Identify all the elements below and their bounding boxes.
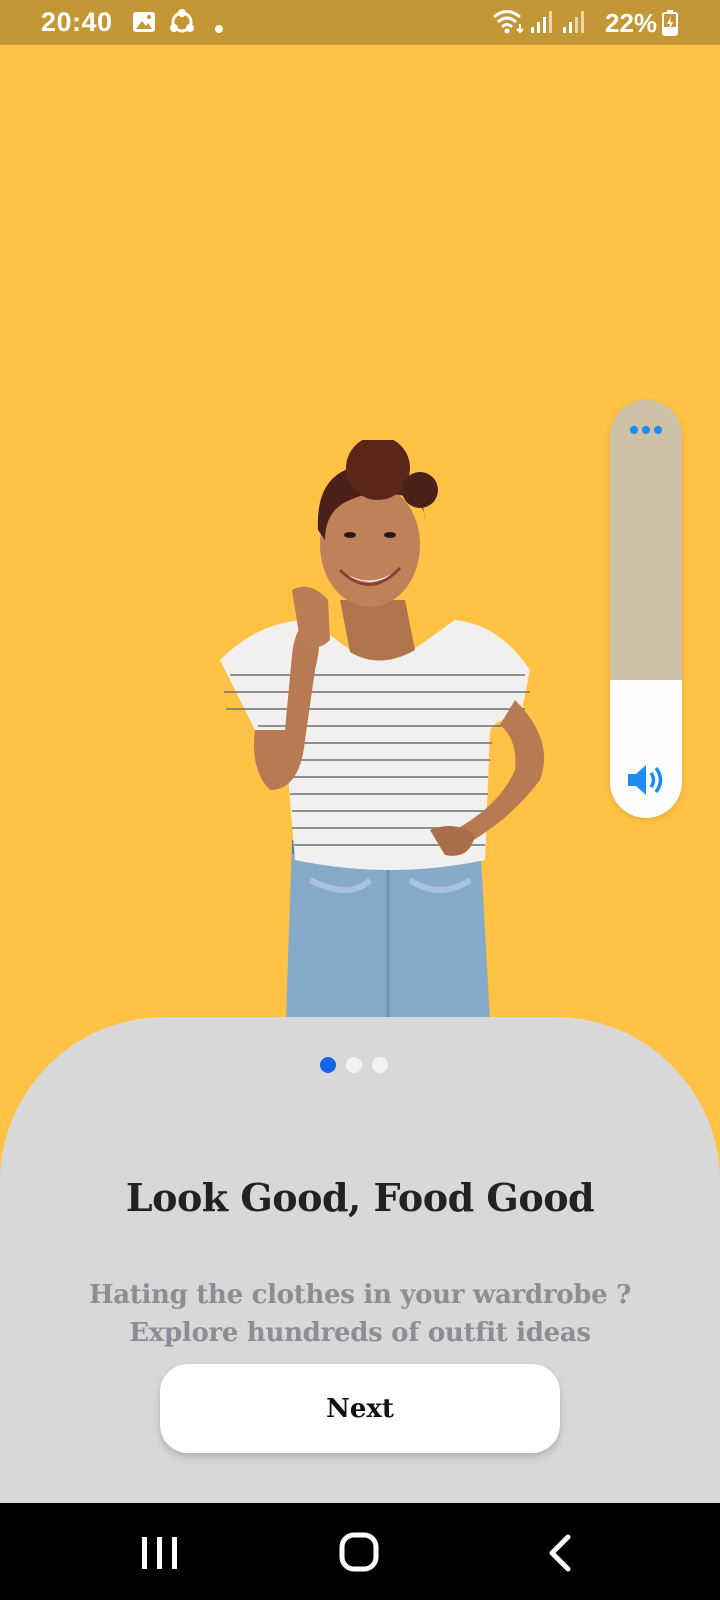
back-icon[interactable] [530,1531,590,1575]
subtitle-line: Explore hundreds of outfit ideas [129,1318,591,1348]
model-photo [220,440,545,1020]
speaker-icon[interactable] [624,760,668,800]
signal-icon [530,9,558,39]
wifi-icon [492,8,526,40]
page-dot[interactable] [372,1057,388,1073]
status-time: 20:40 [41,7,113,37]
onboarding-subtitle: Hating the clothes in your wardrobe ? Ex… [0,1276,720,1352]
signal-icon [562,9,590,39]
battery-charging-icon [662,10,678,40]
next-button[interactable]: Next [160,1364,560,1453]
navigation-bar [0,1503,720,1600]
image-icon [132,11,156,37]
notification-dot-icon [215,18,223,37]
onboarding-title: Look Good, Food Good [125,1175,595,1220]
sync-icon [168,9,196,39]
more-icon[interactable] [624,422,668,436]
page-dot[interactable] [320,1057,336,1073]
volume-panel[interactable] [610,400,682,818]
volume-track[interactable] [610,400,682,680]
home-icon[interactable] [330,1531,390,1575]
status-bar: 20:40 22% [0,0,720,45]
page-dot[interactable] [346,1057,362,1073]
subtitle-line: Hating the clothes in your wardrobe ? [88,1280,632,1310]
battery-percentage: 22% [605,8,658,38]
recent-apps-icon[interactable] [130,1531,190,1575]
